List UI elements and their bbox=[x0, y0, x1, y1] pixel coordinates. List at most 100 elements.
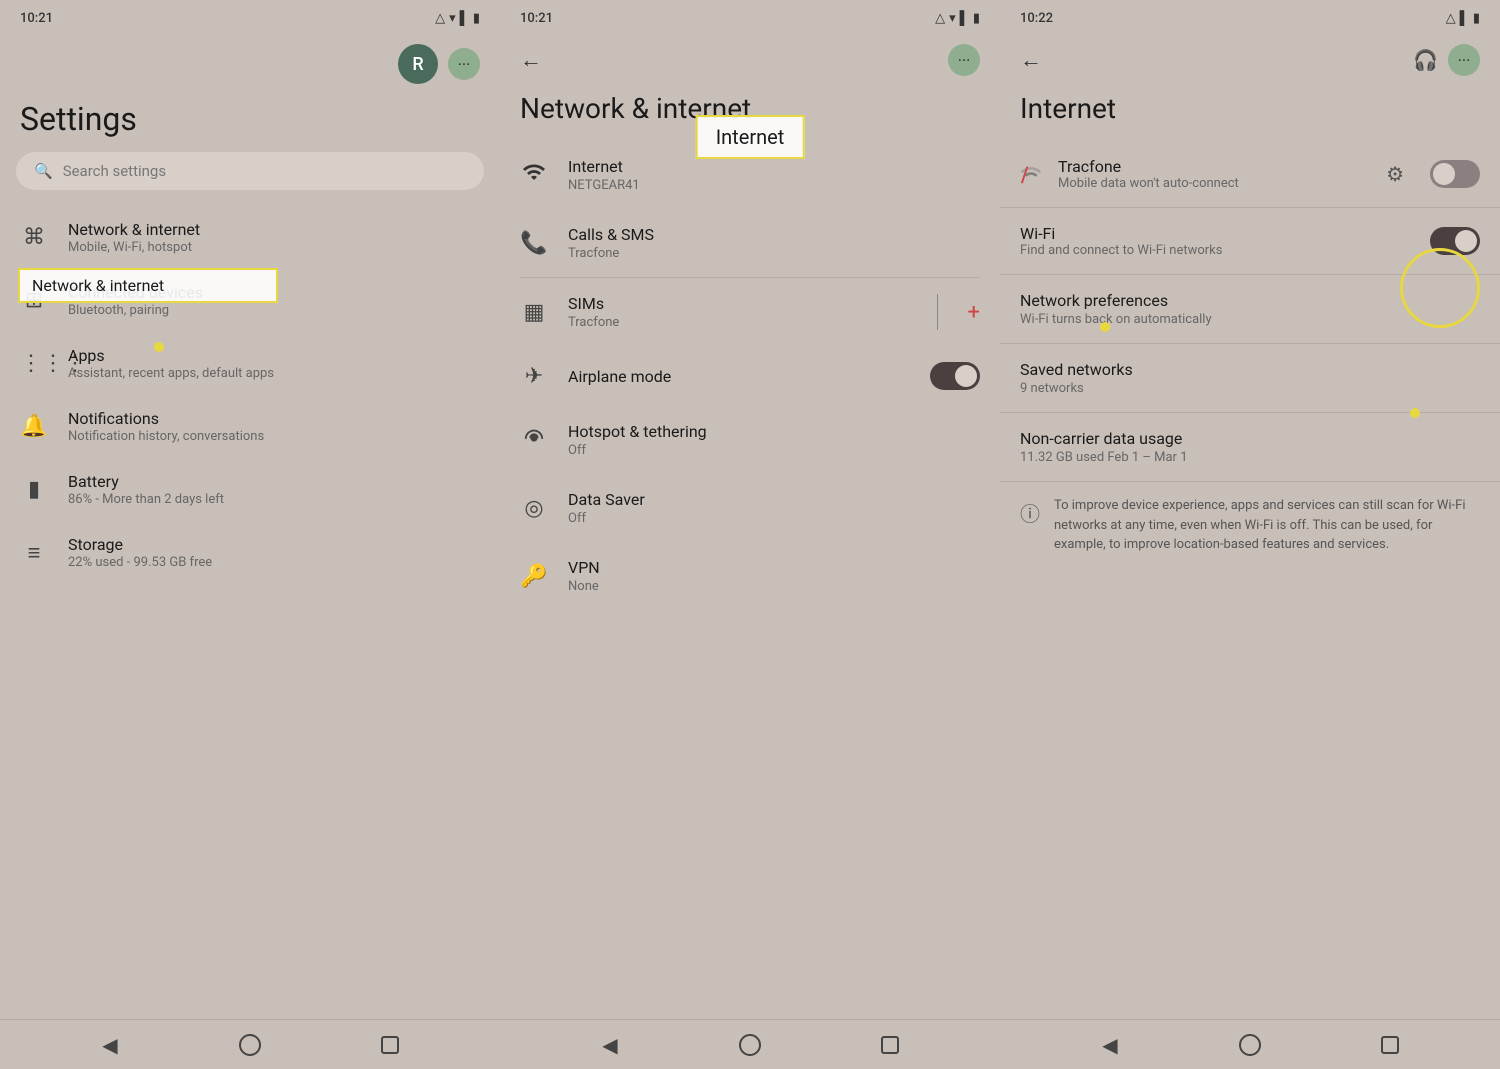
header-1: R ··· bbox=[0, 34, 500, 100]
toggle-knob-airplane bbox=[955, 365, 977, 387]
nav-item-hotspot[interactable]: Hotspot & tethering Off bbox=[500, 406, 1000, 474]
annotation-network-internet: Network & internet bbox=[18, 268, 278, 303]
status-bar-3: 10:22 △ ▌ ▮ bbox=[1000, 0, 1500, 34]
storage-title: Storage bbox=[68, 535, 212, 554]
back-arrow-3[interactable]: ← bbox=[1020, 47, 1042, 73]
back-arrow-2[interactable]: ← bbox=[520, 47, 542, 73]
bottom-nav-2: ◀ bbox=[500, 1019, 1000, 1069]
saved-networks-title: Saved networks bbox=[1020, 360, 1480, 379]
status-bar-1: 10:21 △ ▾ ▌ ▮ bbox=[0, 0, 500, 34]
more-options-button-2[interactable]: ··· bbox=[948, 44, 980, 76]
back-button-1[interactable]: ◀ bbox=[92, 1027, 128, 1063]
battery-icon-3: ▮ bbox=[1473, 11, 1480, 26]
sims-sub: Tracfone bbox=[568, 315, 907, 330]
tracfone-sub: Mobile data won't auto-connect bbox=[1058, 176, 1370, 191]
notif-subtitle: Notification history, conversations bbox=[68, 429, 264, 444]
apps-subtitle: Assistant, recent apps, default apps bbox=[68, 366, 274, 381]
add-sim-button[interactable]: + bbox=[968, 300, 980, 325]
apps-icon: ⋮⋮⋮ bbox=[20, 351, 48, 376]
settings-item-storage[interactable]: ≡ Storage 22% used - 99.53 GB free bbox=[0, 521, 500, 584]
cloud-icon: △ bbox=[435, 11, 445, 26]
home-circle-icon-2 bbox=[739, 1034, 761, 1056]
recents-button-1[interactable] bbox=[372, 1027, 408, 1063]
home-button-1[interactable] bbox=[232, 1027, 268, 1063]
cloud-icon-3: △ bbox=[1446, 11, 1456, 26]
search-bar[interactable]: 🔍 Search settings bbox=[16, 152, 484, 190]
datasaver-sub: Off bbox=[568, 511, 980, 526]
back-button-2[interactable]: ◀ bbox=[592, 1027, 628, 1063]
saved-networks-sub: 9 networks bbox=[1020, 381, 1480, 396]
nav-item-datasaver[interactable]: ◎ Data Saver Off bbox=[500, 474, 1000, 542]
nav-item-sims[interactable]: ▦ SIMs Tracfone + bbox=[500, 278, 1000, 346]
settings-item-notifications[interactable]: 🔔 Notifications Notification history, co… bbox=[0, 395, 500, 458]
tracfone-gear-icon[interactable]: ⚙ bbox=[1386, 162, 1404, 186]
phone-icon: 📞 bbox=[520, 231, 548, 256]
network-subtitle: Mobile, Wi-Fi, hotspot bbox=[68, 240, 200, 255]
annotation-internet: Internet bbox=[696, 115, 805, 159]
hotspot-sub: Off bbox=[568, 443, 980, 458]
home-button-2[interactable] bbox=[732, 1027, 768, 1063]
bottom-nav-1: ◀ bbox=[0, 1019, 500, 1069]
recents-button-2[interactable] bbox=[872, 1027, 908, 1063]
non-carrier-sub: 11.32 GB used Feb 1 – Mar 1 bbox=[1020, 450, 1480, 465]
wifi-toggle-knob bbox=[1455, 230, 1477, 252]
sim-icon: ▦ bbox=[520, 300, 548, 325]
hotspot-icon bbox=[520, 426, 548, 454]
internet-item-title: Internet bbox=[568, 157, 980, 176]
vpn-icon: 🔑 bbox=[520, 564, 548, 589]
tracfone-row[interactable]: Tracfone Mobile data won't auto-connect … bbox=[1000, 141, 1500, 208]
more-options-button-3[interactable]: ··· bbox=[1448, 44, 1480, 76]
back-button-3[interactable]: ◀ bbox=[1092, 1027, 1128, 1063]
status-icons-2: △ ▾ ▌ ▮ bbox=[935, 10, 980, 26]
vpn-sub: None bbox=[568, 579, 980, 594]
mobile-data-toggle[interactable] bbox=[1430, 160, 1480, 188]
home-circle-icon-3 bbox=[1239, 1034, 1261, 1056]
wifi-item-title: Wi-Fi bbox=[1020, 224, 1414, 243]
recent-square-icon bbox=[381, 1036, 399, 1054]
settings-item-battery[interactable]: ▮ Battery 86% - More than 2 days left bbox=[0, 458, 500, 521]
wifi-signal-icon: ▾ bbox=[449, 11, 456, 26]
nav-item-airplane[interactable]: ✈ Airplane mode bbox=[500, 346, 1000, 406]
sims-title: SIMs bbox=[568, 294, 907, 313]
settings-item-apps[interactable]: ⋮⋮⋮ Apps Assistant, recent apps, default… bbox=[0, 332, 500, 395]
panel-settings: 10:21 △ ▾ ▌ ▮ R ··· Settings 🔍 Search se… bbox=[0, 0, 500, 1069]
network-items-list: Internet NETGEAR41 📞 Calls & SMS Tracfon… bbox=[500, 141, 1000, 1019]
header-2: ← ··· bbox=[500, 34, 1000, 92]
battery-icon-2: ▮ bbox=[973, 11, 980, 26]
nav-item-calls[interactable]: 📞 Calls & SMS Tracfone bbox=[500, 209, 1000, 277]
avatar[interactable]: R bbox=[398, 44, 438, 84]
network-title: Network & internet bbox=[68, 220, 200, 239]
settings-item-network[interactable]: ⌘ Network & internet Mobile, Wi-Fi, hots… bbox=[0, 206, 500, 269]
settings-list: ⌘ Network & internet Mobile, Wi-Fi, hots… bbox=[0, 206, 500, 1019]
search-icon: 🔍 bbox=[34, 162, 53, 180]
wifi-item-sub: Find and connect to Wi-Fi networks bbox=[1020, 243, 1414, 258]
bottom-nav-3: ◀ bbox=[1000, 1019, 1500, 1069]
tracfone-title: Tracfone bbox=[1058, 157, 1370, 176]
datasaver-title: Data Saver bbox=[568, 490, 980, 509]
info-text: To improve device experience, apps and s… bbox=[1054, 496, 1480, 555]
panel-internet: 10:22 △ ▌ ▮ ← 🎧 ··· Internet Tracfone Mo… bbox=[1000, 0, 1500, 1069]
battery-icon: ▮ bbox=[473, 11, 480, 26]
search-placeholder: Search settings bbox=[63, 162, 166, 180]
non-carrier-item[interactable]: Non-carrier data usage 11.32 GB used Feb… bbox=[1000, 413, 1500, 482]
recent-square-icon-3 bbox=[1381, 1036, 1399, 1054]
sims-divider bbox=[937, 294, 938, 330]
internet-item-sub: NETGEAR41 bbox=[568, 178, 980, 193]
airplane-toggle[interactable] bbox=[930, 362, 980, 390]
airplane-title: Airplane mode bbox=[568, 367, 910, 386]
headphone-icon: 🎧 bbox=[1413, 48, 1438, 72]
vpn-title: VPN bbox=[568, 558, 980, 577]
nav-item-vpn[interactable]: 🔑 VPN None bbox=[500, 542, 1000, 610]
internet-page-title: Internet bbox=[1000, 92, 1500, 141]
apps-title: Apps bbox=[68, 346, 274, 365]
more-options-button[interactable]: ··· bbox=[448, 48, 480, 80]
storage-subtitle: 22% used - 99.53 GB free bbox=[68, 555, 212, 570]
recents-button-3[interactable] bbox=[1372, 1027, 1408, 1063]
mobile-toggle-knob bbox=[1433, 163, 1455, 185]
wifi-signal-icon-2: ▾ bbox=[949, 11, 956, 26]
saved-networks-item[interactable]: Saved networks 9 networks bbox=[1000, 344, 1500, 413]
home-button-3[interactable] bbox=[1232, 1027, 1268, 1063]
datasaver-icon: ◎ bbox=[520, 496, 548, 521]
battery-title: Battery bbox=[68, 472, 224, 491]
panel-network-internet: 10:21 △ ▾ ▌ ▮ ← ··· Internet Network & i… bbox=[500, 0, 1000, 1069]
